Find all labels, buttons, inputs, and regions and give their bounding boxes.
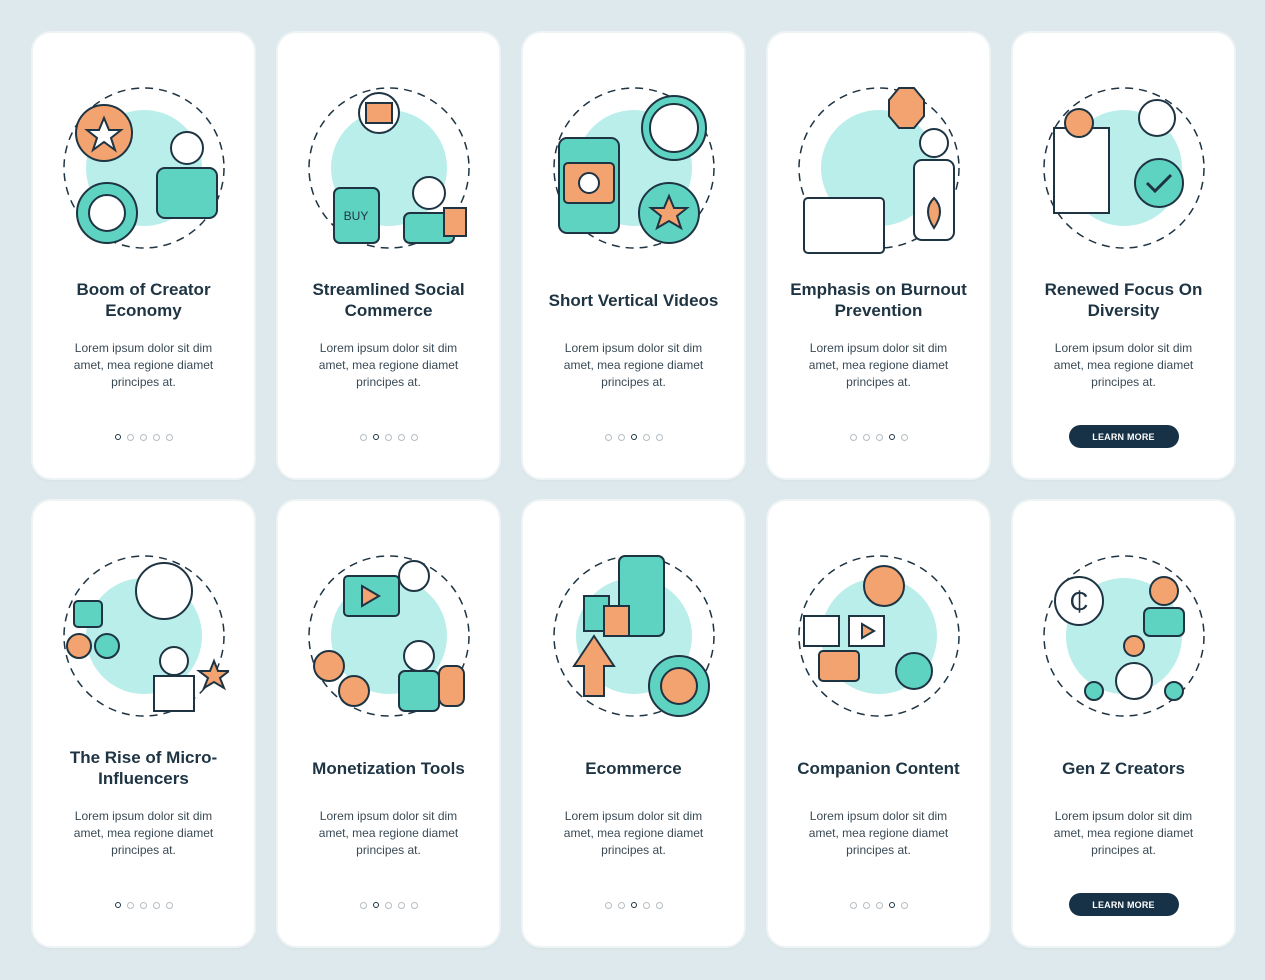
card-title: Streamlined Social Commerce — [312, 280, 465, 320]
pagination-dot[interactable] — [372, 902, 379, 908]
pagination-dot[interactable] — [875, 902, 883, 909]
pagination-dots — [604, 434, 663, 441]
onboarding-card: Ecommerce Lorem ipsum dolor sit dim amet… — [523, 501, 744, 946]
pagination-dot[interactable] — [165, 902, 173, 909]
pagination-dot[interactable] — [397, 434, 405, 441]
pagination-dot[interactable] — [152, 434, 160, 441]
card-description: Lorem ipsum dolor sit dim amet, mea regi… — [73, 809, 214, 857]
card-title: Short Vertical Videos — [548, 290, 719, 310]
card-description: Lorem ipsum dolor sit dim amet, mea regi… — [1053, 341, 1194, 389]
pagination-dot[interactable] — [642, 434, 650, 441]
card-title: Monetization Tools — [312, 758, 465, 778]
creator-economy-icon — [59, 78, 229, 258]
micro-influencers-icon — [59, 546, 232, 726]
pagination-dot[interactable] — [655, 902, 663, 909]
pagination-dot[interactable] — [617, 434, 625, 441]
card-description: Lorem ipsum dolor sit dim amet, mea regi… — [563, 341, 704, 389]
social-commerce-icon: BUY — [304, 78, 474, 258]
pagination-dot[interactable] — [384, 434, 392, 441]
card-description: Lorem ipsum dolor sit dim amet, mea regi… — [808, 341, 949, 389]
pagination-dot[interactable] — [630, 902, 637, 908]
diversity-icon — [1039, 78, 1209, 258]
pagination-dot[interactable] — [165, 434, 173, 441]
learn-more-button[interactable]: LEARN MORE — [1068, 425, 1179, 448]
card-description: Lorem ipsum dolor sit dim amet, mea regi… — [808, 809, 949, 857]
onboarding-card: Monetization Tools Lorem ipsum dolor sit… — [278, 501, 499, 946]
pagination-dots — [359, 902, 418, 909]
ecommerce-icon — [549, 546, 719, 726]
pagination-dot[interactable] — [152, 902, 160, 909]
onboarding-card: Short Vertical Videos Lorem ipsum dolor … — [523, 33, 744, 478]
pagination-dots — [359, 434, 418, 441]
pagination-dot[interactable] — [849, 902, 857, 909]
card-title: Companion Content — [797, 758, 960, 778]
pagination-dot[interactable] — [604, 902, 612, 909]
card-description: Lorem ipsum dolor sit dim amet, mea regi… — [73, 341, 214, 389]
card-title: Gen Z Creators — [1062, 758, 1185, 778]
pagination-dot[interactable] — [888, 902, 895, 908]
onboarding-card: ₵ Gen Z Creators Lorem ipsum dolor sit d… — [1013, 501, 1234, 946]
pagination-dot[interactable] — [139, 434, 147, 441]
companion-content-icon — [794, 546, 964, 726]
pagination-dot[interactable] — [862, 434, 870, 441]
monetization-tools-icon — [304, 546, 474, 726]
pagination-dot[interactable] — [862, 902, 870, 909]
card-description: Lorem ipsum dolor sit dim amet, mea regi… — [318, 341, 459, 389]
pagination-dots — [604, 902, 663, 909]
pagination-dot[interactable] — [114, 902, 121, 908]
pagination-dot[interactable] — [126, 902, 134, 909]
pagination-dot[interactable] — [642, 902, 650, 909]
pagination-dot[interactable] — [604, 434, 612, 441]
pagination-dot[interactable] — [875, 434, 883, 441]
pagination-dots — [849, 902, 908, 909]
pagination-dot[interactable] — [359, 434, 367, 441]
pagination-dots — [114, 434, 173, 441]
pagination-dot[interactable] — [359, 902, 367, 909]
onboarding-card: The Rise of Micro-Influencers Lorem ipsu… — [33, 501, 254, 946]
onboarding-screens-grid: Boom of Creator Economy Lorem ipsum dolo… — [33, 33, 1234, 946]
learn-more-button[interactable]: LEARN MORE — [1068, 893, 1179, 916]
pagination-dot[interactable] — [372, 434, 379, 440]
card-title: Emphasis on Burnout Prevention — [790, 280, 967, 320]
pagination-dots — [114, 902, 173, 909]
vertical-videos-icon — [549, 78, 719, 258]
onboarding-card: Companion Content Lorem ipsum dolor sit … — [768, 501, 989, 946]
pagination-dot[interactable] — [126, 434, 134, 441]
pagination-dot[interactable] — [410, 434, 418, 441]
pagination-dot[interactable] — [114, 434, 121, 440]
card-title: Boom of Creator Economy — [76, 280, 211, 320]
svg-text:₵: ₵ — [1069, 586, 1088, 616]
pagination-dot[interactable] — [655, 434, 663, 441]
onboarding-card: BUY Streamlined Social Commerce Lorem ip… — [278, 33, 499, 478]
burnout-prevention-icon — [794, 78, 964, 258]
pagination-dots — [849, 434, 908, 441]
card-description: Lorem ipsum dolor sit dim amet, mea regi… — [563, 809, 704, 857]
card-title: Ecommerce — [585, 758, 682, 778]
card-description: Lorem ipsum dolor sit dim amet, mea regi… — [1053, 809, 1194, 857]
pagination-dot[interactable] — [888, 434, 895, 440]
onboarding-card: Renewed Focus On Diversity Lorem ipsum d… — [1013, 33, 1234, 478]
pagination-dot[interactable] — [139, 902, 147, 909]
onboarding-card: Emphasis on Burnout Prevention Lorem ips… — [768, 33, 989, 478]
pagination-dot[interactable] — [849, 434, 857, 441]
pagination-dot[interactable] — [410, 902, 418, 909]
onboarding-card: Boom of Creator Economy Lorem ipsum dolo… — [33, 33, 254, 478]
pagination-dot[interactable] — [630, 434, 637, 440]
gen-z-creators-icon: ₵ — [1039, 546, 1209, 726]
pagination-dot[interactable] — [900, 434, 908, 441]
pagination-dot[interactable] — [617, 902, 625, 909]
pagination-dot[interactable] — [384, 902, 392, 909]
card-title: The Rise of Micro-Influencers — [69, 748, 218, 788]
card-description: Lorem ipsum dolor sit dim amet, mea regi… — [318, 809, 459, 857]
pagination-dot[interactable] — [397, 902, 405, 909]
pagination-dot[interactable] — [900, 902, 908, 909]
card-title: Renewed Focus On Diversity — [1044, 280, 1203, 320]
svg-text:BUY: BUY — [343, 209, 368, 223]
